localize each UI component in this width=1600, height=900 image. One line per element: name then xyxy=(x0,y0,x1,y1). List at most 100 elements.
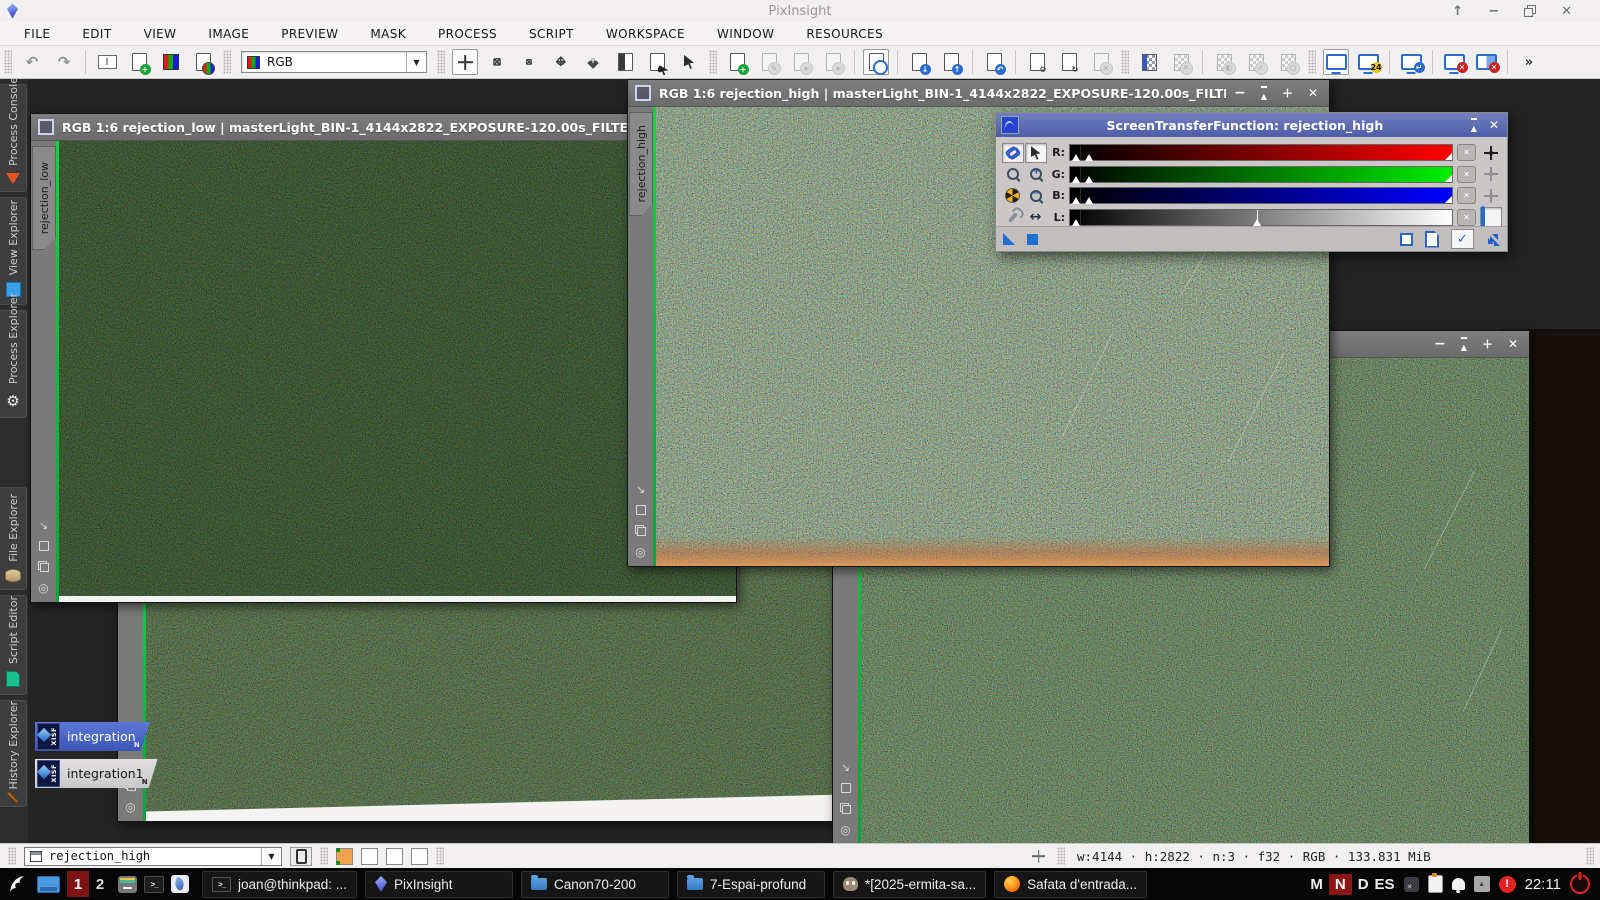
select-mask-icon[interactable] xyxy=(1275,49,1301,75)
view-list-button[interactable] xyxy=(290,847,312,866)
center-image-icon[interactable] xyxy=(635,546,645,558)
stf-new-instance-icon[interactable] xyxy=(1400,233,1413,246)
stf-monitor-button[interactable] xyxy=(1480,207,1502,227)
edit-preview-icon[interactable] xyxy=(644,49,670,75)
resize-corner-icon[interactable] xyxy=(841,762,850,773)
keep-above-icon[interactable] xyxy=(1452,5,1463,18)
taskbar-button[interactable]: Canon70-200 xyxy=(521,871,669,898)
toolbar-overflow-icon[interactable]: » xyxy=(1516,49,1542,75)
window-manager-logo-icon[interactable] xyxy=(6,873,30,895)
clipboard-tray-icon[interactable] xyxy=(1428,875,1443,893)
menu-view[interactable]: VIEW xyxy=(128,27,193,41)
stf-link-rgb-button[interactable] xyxy=(1002,143,1024,163)
cascade-icon[interactable] xyxy=(840,803,851,814)
restore-button[interactable] xyxy=(1524,5,1536,17)
load-image-icon[interactable] xyxy=(938,49,964,75)
center-view-icon[interactable] xyxy=(580,49,606,75)
center-image-icon[interactable] xyxy=(125,801,135,813)
extension-tray-icon[interactable] xyxy=(1404,877,1419,892)
toolbar-drag-handle[interactable] xyxy=(223,50,231,74)
show-mask-icon[interactable] xyxy=(1136,49,1162,75)
new-preview-icon[interactable] xyxy=(612,49,638,75)
editor-launcher-icon[interactable] xyxy=(171,875,189,893)
new-image-icon[interactable] xyxy=(724,49,750,75)
stf-autostretch-button[interactable] xyxy=(1001,185,1024,207)
workspace-swatch-active[interactable] xyxy=(336,848,353,865)
window-minimize-icon[interactable] xyxy=(1234,86,1246,100)
stf-resize-button[interactable] xyxy=(1024,207,1047,229)
sidebar-tab-script-editor[interactable]: Script Editor xyxy=(0,595,27,695)
stf-slider-handle[interactable] xyxy=(1072,219,1080,226)
stf-gradient-slider[interactable] xyxy=(1069,144,1453,161)
apply-stf-icon[interactable] xyxy=(1398,49,1424,75)
toolbar-drag-handle[interactable] xyxy=(8,847,16,865)
window-titlebar[interactable]: RGB 1:6 rejection_high | masterLight_BIN… xyxy=(628,80,1329,107)
view-selector-strip[interactable]: rejection_low xyxy=(31,141,56,602)
window-zoom-icon[interactable] xyxy=(1482,338,1493,350)
sidebar-tab-process-explorer[interactable]: Process Explorer xyxy=(0,310,27,418)
window-close-icon[interactable] xyxy=(1508,338,1518,350)
window-close-icon[interactable] xyxy=(1308,87,1318,99)
reset-stf-icon[interactable] xyxy=(1441,49,1467,75)
close-image-icon[interactable] xyxy=(1088,49,1114,75)
cascade-icon[interactable] xyxy=(635,525,646,536)
target-icon[interactable] xyxy=(1484,146,1498,160)
toolbar-drag-handle[interactable] xyxy=(709,50,717,74)
view-selector-strip[interactable]: rejection_high xyxy=(628,107,653,566)
view-tab-rejection-high[interactable]: rejection_high xyxy=(629,112,653,216)
stf-zoom-in-button[interactable] xyxy=(1024,164,1047,186)
toolbar-drag-handle[interactable] xyxy=(320,847,328,865)
reset-split-icon[interactable] xyxy=(1473,49,1499,75)
stf-reset-channel-button[interactable] xyxy=(1457,187,1476,204)
notification-bell-icon[interactable] xyxy=(1452,878,1465,890)
toolbar-drag-handle[interactable] xyxy=(4,50,12,74)
save-image-icon[interactable] xyxy=(906,49,932,75)
rgb-image-icon[interactable] xyxy=(158,49,184,75)
edit-image-icon[interactable] xyxy=(756,49,782,75)
sidebar-tab-history-explorer[interactable]: History Explorer xyxy=(0,700,27,807)
revert-image-icon[interactable] xyxy=(981,49,1007,75)
workspace-swatch[interactable] xyxy=(386,848,403,865)
close-button[interactable] xyxy=(1561,5,1572,18)
stf-reset-channel-button[interactable] xyxy=(1457,209,1476,226)
screen-transfer-function-dialog[interactable]: ScreenTransferFunction: rejection_high R… xyxy=(995,112,1508,252)
power-button-icon[interactable] xyxy=(1570,874,1590,894)
stf-slider-handle[interactable] xyxy=(1072,176,1080,183)
sidebar-tab-file-explorer[interactable]: File Explorer xyxy=(0,487,27,590)
track-view-icon[interactable] xyxy=(452,49,478,75)
menu-window[interactable]: WINDOW xyxy=(701,27,790,41)
taskbar-button[interactable]: Safata d'entrada... xyxy=(994,871,1147,898)
fit-view-icon[interactable] xyxy=(39,541,49,551)
stf-reset-channel-button[interactable] xyxy=(1457,144,1476,161)
stf-close-icon[interactable] xyxy=(1489,119,1499,131)
workspace-swatch[interactable] xyxy=(411,848,428,865)
redo-icon[interactable]: ↷ xyxy=(51,49,77,75)
window-shade-icon[interactable] xyxy=(1261,86,1267,101)
sidebar-tab-view-explorer[interactable]: View Explorer xyxy=(0,197,27,305)
enable-mask-icon[interactable] xyxy=(1243,49,1269,75)
taskbar-button[interactable]: 7-Espai-profund xyxy=(677,871,825,898)
extract-channels-icon[interactable] xyxy=(190,49,216,75)
stf-zoom-button[interactable] xyxy=(1001,164,1024,186)
stf-titlebar[interactable]: ScreenTransferFunction: rejection_high xyxy=(996,113,1507,137)
stf-slider-handle[interactable] xyxy=(1072,154,1080,161)
dropdown-arrow-icon[interactable] xyxy=(261,848,281,865)
pan-icon[interactable] xyxy=(548,49,574,75)
open-image-icon[interactable] xyxy=(863,49,889,75)
stf-stop-icon[interactable] xyxy=(1027,234,1038,245)
toolbar-drag-handle[interactable] xyxy=(1308,50,1316,74)
menu-image[interactable]: IMAGE xyxy=(192,27,265,41)
app-titlebar[interactable]: PixInsight xyxy=(0,0,1600,23)
indicator-n[interactable]: N xyxy=(1329,874,1352,895)
menu-script[interactable]: SCRIPT xyxy=(513,27,590,41)
stf-collapse-icon[interactable] xyxy=(1486,232,1500,246)
center-image-icon[interactable] xyxy=(38,582,48,594)
indicator-d[interactable]: D xyxy=(1358,876,1369,893)
workspace-swatch[interactable] xyxy=(361,848,378,865)
cascade-icon[interactable] xyxy=(38,561,49,572)
zoom-contract-icon[interactable] xyxy=(516,49,542,75)
eject-tray-icon[interactable] xyxy=(1474,876,1490,892)
stf-browse-doc-icon[interactable] xyxy=(1425,231,1439,248)
stf-slider-handle[interactable] xyxy=(1085,197,1093,204)
iconized-view-integration[interactable]: XISF integration N xyxy=(35,722,150,751)
